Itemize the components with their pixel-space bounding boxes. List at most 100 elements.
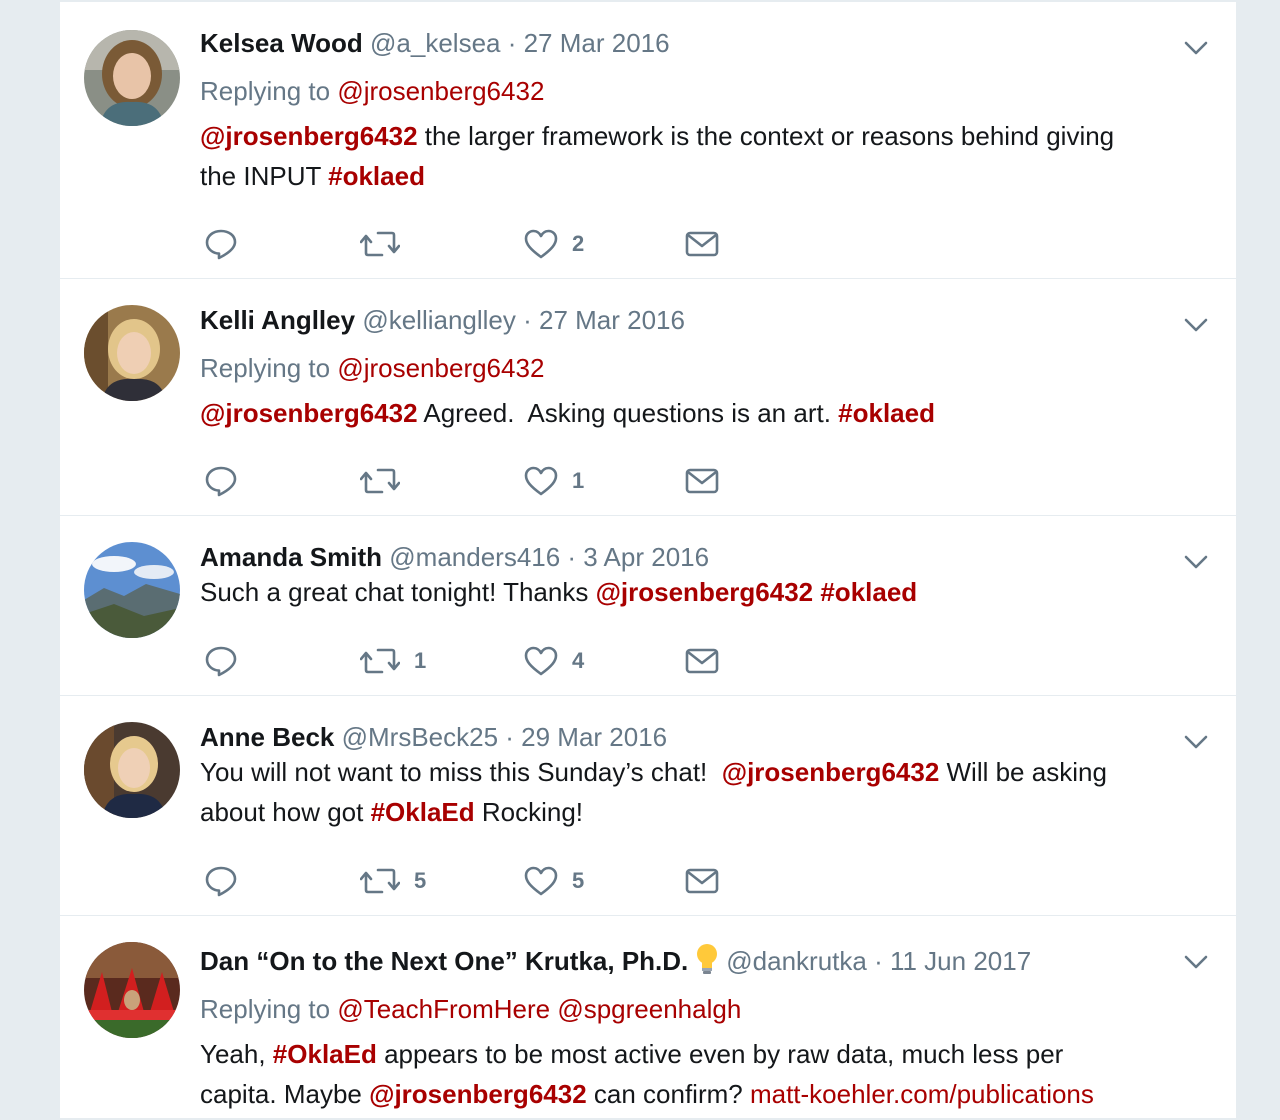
- reply-button[interactable]: [204, 641, 238, 681]
- like-button[interactable]: 5: [524, 861, 584, 901]
- chevron-down-icon[interactable]: [1182, 311, 1210, 339]
- reply-button[interactable]: [204, 461, 238, 501]
- message-button[interactable]: [684, 224, 720, 264]
- reply-mention[interactable]: @TeachFromHere @spgreenhalgh: [337, 994, 741, 1024]
- hashtag-link[interactable]: #oklaed: [328, 161, 425, 191]
- reply-icon: [204, 464, 238, 498]
- tweet-text: You will not want to miss this Sunday’s …: [200, 752, 1196, 832]
- tweet-header: Kelli Anglley @kellianglley · 27 Mar 201…: [200, 305, 1196, 335]
- chevron-down-icon[interactable]: [1182, 728, 1210, 756]
- tweet-header: Dan “On to the Next One” Krutka, Ph.D. @…: [200, 942, 1196, 976]
- hashtag-link[interactable]: #oklaed: [838, 398, 935, 428]
- replying-to: Replying to @TeachFromHere @spgreenhalgh: [200, 994, 1196, 1024]
- text-segment: the INPUT: [200, 161, 329, 191]
- retweet-icon: [360, 227, 400, 261]
- avatar[interactable]: [84, 722, 180, 818]
- message-icon: [684, 464, 720, 498]
- like-icon: [524, 464, 558, 498]
- author-handle-date[interactable]: @manders416 · 3 Apr 2016: [389, 542, 709, 572]
- tweet-text: Yeah, #OklaEd appears to be most active …: [200, 1034, 1196, 1114]
- text-segment: Such a great chat tonight! Thanks: [200, 577, 596, 607]
- reply-mention[interactable]: @jrosenberg6432: [337, 353, 544, 383]
- chevron-down-icon[interactable]: [1182, 548, 1210, 576]
- mention-link[interactable]: @jrosenberg6432: [722, 757, 940, 787]
- like-button[interactable]: 4: [524, 641, 584, 681]
- text-segment: You will not want to miss this Sunday’s …: [200, 757, 722, 787]
- retweet-icon: [360, 644, 400, 678]
- chevron-down-icon[interactable]: [1182, 34, 1210, 62]
- author-handle-date[interactable]: @dankrutka · 11 Jun 2017: [726, 946, 1031, 976]
- author-name[interactable]: Amanda Smith: [200, 542, 382, 572]
- retweet-button[interactable]: 1: [360, 641, 426, 681]
- like-count: 4: [572, 648, 585, 673]
- message-icon: [684, 227, 720, 261]
- retweet-button[interactable]: 5: [360, 861, 426, 901]
- tweet-item[interactable]: Kelli Anglley @kellianglley · 27 Mar 201…: [60, 279, 1236, 516]
- like-icon: [524, 227, 558, 261]
- mention-link[interactable]: @jrosenberg6432: [596, 577, 814, 607]
- author-name[interactable]: Kelsea Wood: [200, 28, 363, 58]
- tweet-text: Such a great chat tonight! Thanks @jrose…: [200, 572, 1196, 612]
- text-segment: can confirm?: [586, 1079, 750, 1109]
- tweet-timeline: Kelsea Wood @a_kelsea · 27 Mar 2016 Repl…: [60, 0, 1236, 1118]
- tweet-item[interactable]: Amanda Smith @manders416 · 3 Apr 2016 Su…: [60, 516, 1236, 696]
- avatar[interactable]: [84, 305, 180, 401]
- tweet-text: @jrosenberg6432 Agreed. Asking questions…: [200, 393, 1196, 433]
- mention-link[interactable]: @jrosenberg6432: [200, 121, 418, 151]
- message-button[interactable]: [684, 461, 720, 501]
- replying-to: Replying to @jrosenberg6432: [200, 76, 1196, 106]
- tweet-item[interactable]: Anne Beck @MrsBeck25 · 29 Mar 2016 You w…: [60, 696, 1236, 916]
- message-icon: [684, 864, 720, 898]
- text-segment: the larger framework is the context or r…: [417, 121, 1115, 151]
- text-segment: Yeah,: [200, 1039, 273, 1069]
- mention-link[interactable]: @jrosenberg6432: [369, 1079, 587, 1109]
- hashtag-link[interactable]: #OklaEd: [371, 797, 475, 827]
- message-button[interactable]: [684, 861, 720, 901]
- author-handle-date[interactable]: @a_kelsea · 27 Mar 2016: [370, 28, 670, 58]
- hashtag-link[interactable]: #OklaEd: [273, 1039, 377, 1069]
- like-icon: [524, 864, 558, 898]
- like-button[interactable]: 2: [524, 224, 584, 264]
- like-count: 1: [572, 468, 585, 493]
- tweet-item[interactable]: Kelsea Wood @a_kelsea · 27 Mar 2016 Repl…: [60, 2, 1236, 279]
- avatar[interactable]: [84, 30, 180, 126]
- like-button[interactable]: 1: [524, 461, 584, 501]
- tweet-header: Kelsea Wood @a_kelsea · 27 Mar 2016: [200, 28, 1196, 58]
- reply-icon: [204, 227, 238, 261]
- author-name[interactable]: Dan “On to the Next One” Krutka, Ph.D.: [200, 946, 688, 976]
- author-name[interactable]: Anne Beck: [200, 722, 334, 752]
- retweet-icon: [360, 864, 400, 898]
- text-segment: about how got: [200, 797, 371, 827]
- lightbulb-icon: [697, 944, 718, 974]
- retweet-button[interactable]: [360, 461, 400, 501]
- like-count: 5: [572, 868, 585, 893]
- tweet-item[interactable]: Dan “On to the Next One” Krutka, Ph.D. @…: [60, 916, 1236, 1120]
- hashtag-link[interactable]: #oklaed: [813, 577, 917, 607]
- avatar[interactable]: [84, 942, 180, 1038]
- text-segment: appears to be most active even by raw da…: [376, 1039, 1064, 1069]
- like-icon: [524, 644, 558, 678]
- reply-button[interactable]: [204, 224, 238, 264]
- author-name[interactable]: Kelli Anglley: [200, 305, 355, 335]
- reply-mention[interactable]: @jrosenberg6432: [337, 76, 544, 106]
- text-segment: capita. Maybe: [200, 1079, 370, 1109]
- url-link[interactable]: matt-koehler.com/publications: [750, 1079, 1094, 1109]
- author-handle-date[interactable]: @MrsBeck25 · 29 Mar 2016: [342, 722, 668, 752]
- retweet-button[interactable]: [360, 224, 400, 264]
- text-segment: Rocking!: [474, 797, 584, 827]
- reply-icon: [204, 864, 238, 898]
- replying-to-label: Replying to: [200, 76, 331, 106]
- avatar[interactable]: [84, 542, 180, 638]
- mention-link[interactable]: @jrosenberg6432: [200, 398, 418, 428]
- chevron-down-icon[interactable]: [1182, 948, 1210, 976]
- tweet-header: Anne Beck @MrsBeck25 · 29 Mar 2016: [200, 722, 1196, 752]
- author-handle-date[interactable]: @kellianglley · 27 Mar 2016: [362, 305, 685, 335]
- message-button[interactable]: [684, 641, 720, 681]
- message-icon: [684, 644, 720, 678]
- text-segment: Agreed. Asking questions is an art.: [417, 398, 839, 428]
- tweet-header: Amanda Smith @manders416 · 3 Apr 2016: [200, 542, 1196, 572]
- replying-to: Replying to @jrosenberg6432: [200, 353, 1196, 383]
- retweet-count: 1: [414, 648, 427, 673]
- retweet-count: 5: [414, 868, 427, 893]
- reply-button[interactable]: [204, 861, 238, 901]
